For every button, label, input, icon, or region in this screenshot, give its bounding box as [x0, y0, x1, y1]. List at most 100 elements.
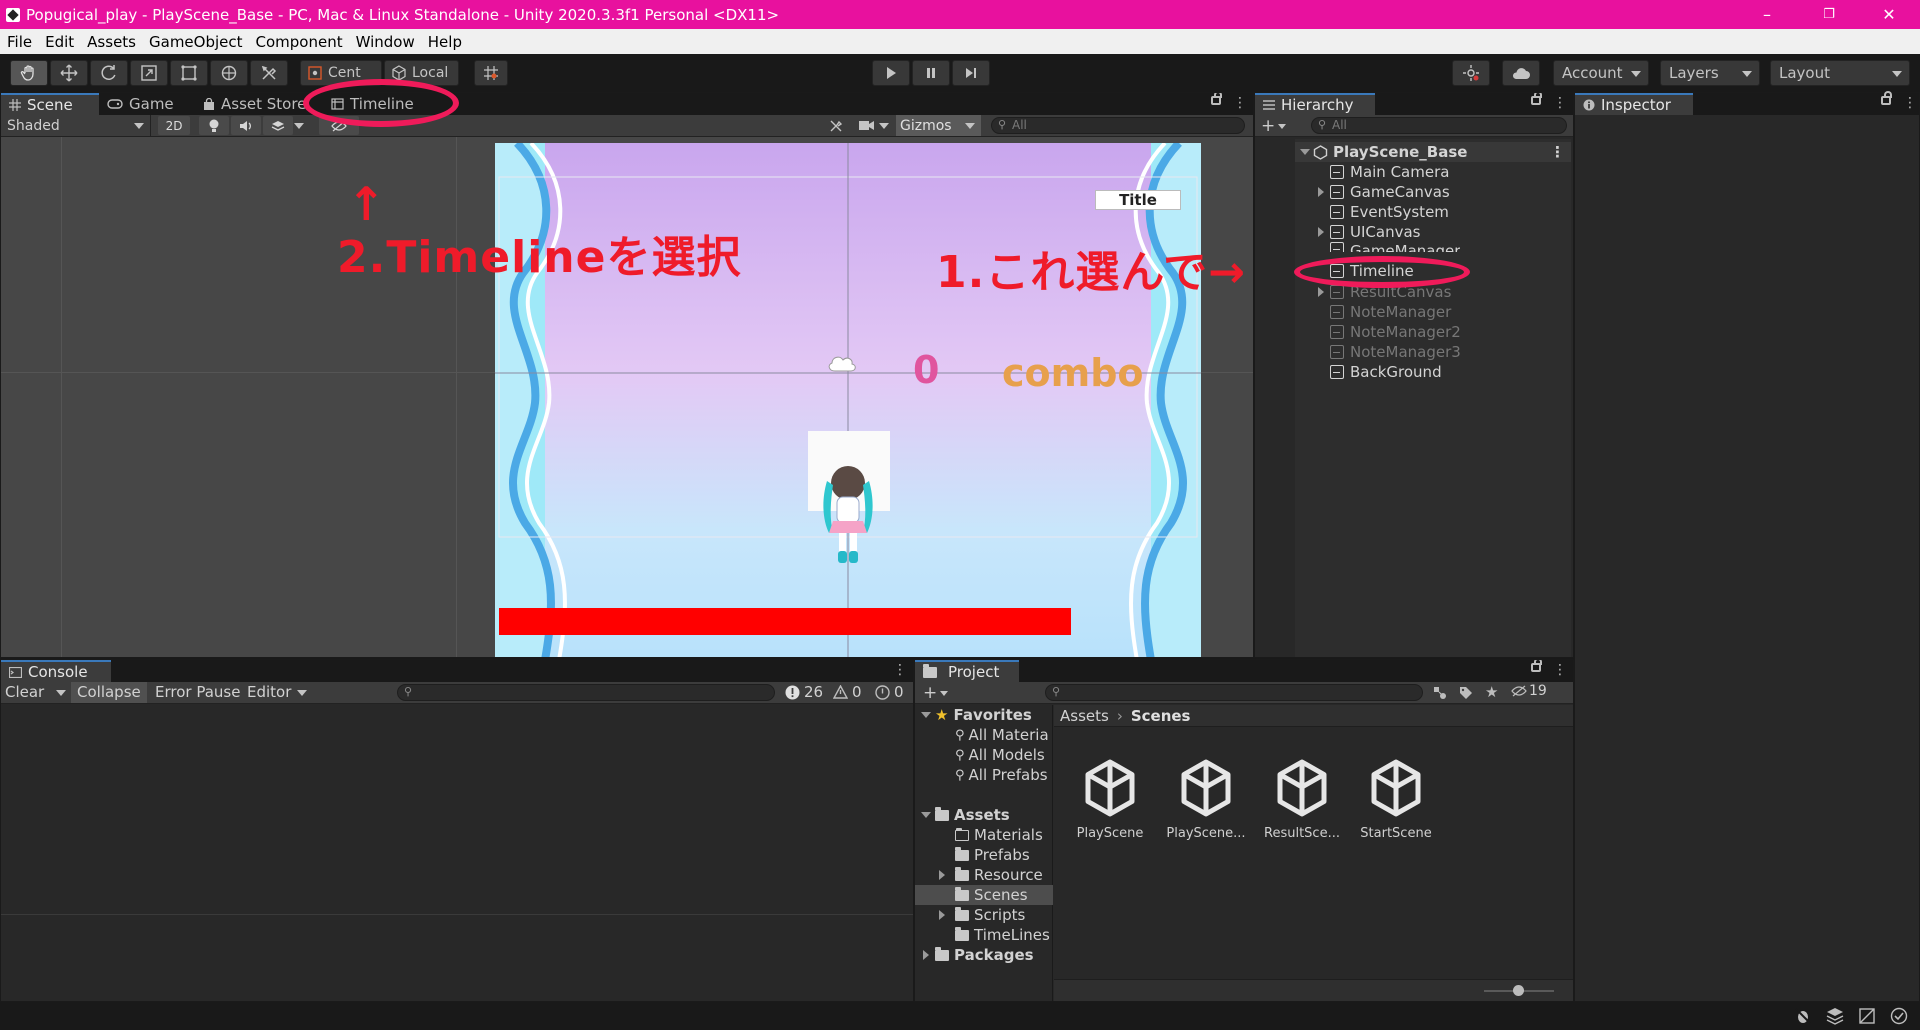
project-search-input[interactable] [1045, 684, 1423, 701]
hierarchy-item[interactable]: EventSystem [1330, 202, 1449, 222]
scene-search-input[interactable]: All [991, 117, 1245, 134]
project-create-caret-icon[interactable] [940, 691, 948, 696]
scene-asset[interactable]: PlayScene... [1166, 756, 1246, 841]
layers-dropdown[interactable]: Layers [1660, 60, 1760, 86]
tab-hierarchy[interactable]: Hierarchy [1255, 93, 1375, 115]
menu-file[interactable]: File [0, 33, 38, 51]
tab-console[interactable]: Console [1, 660, 111, 682]
tab-inspector[interactable]: Inspector [1575, 93, 1693, 115]
scene-root-kebab[interactable]: ⋮ [1550, 143, 1565, 161]
draw-mode-dropdown[interactable]: Shaded [1, 115, 151, 136]
play-button[interactable] [872, 60, 910, 86]
step-button[interactable] [952, 60, 990, 86]
lighting-toggle[interactable] [199, 116, 229, 135]
folder-item[interactable]: Resource [955, 865, 1043, 885]
project-lock-icon[interactable] [1531, 660, 1542, 672]
folder-item[interactable]: TimeLines [955, 925, 1050, 945]
folder-item[interactable]: Scripts [955, 905, 1025, 925]
close-button[interactable]: ✕ [1866, 0, 1912, 29]
inspector-menu-kebab[interactable]: ⋮ [1903, 95, 1917, 111]
project-create-button[interactable]: + [923, 683, 937, 703]
rotate-tool-button[interactable] [90, 60, 128, 86]
effects-toggle[interactable] [263, 116, 293, 135]
layout-dropdown[interactable]: Layout [1770, 60, 1910, 86]
hierarchy-item[interactable]: GameManager [1330, 242, 1460, 252]
grid-snap-button[interactable] [474, 60, 508, 86]
hand-tool-button[interactable] [10, 60, 48, 86]
expand-arrow-icon[interactable] [1318, 187, 1324, 197]
hierarchy-search-input[interactable]: All [1311, 117, 1567, 134]
breadcrumb-assets[interactable]: Assets [1060, 707, 1109, 725]
menu-component[interactable]: Component [249, 33, 349, 51]
favorite-item[interactable]: ⚲ All Materia [955, 725, 1049, 745]
maximize-button[interactable]: ❐ [1806, 0, 1852, 29]
hidden-packages-toggle[interactable]: 19 [1511, 683, 1547, 699]
folder-item[interactable]: Materials [955, 825, 1043, 845]
editor-target-dropdown[interactable]: Editor [247, 683, 309, 701]
collapse-arrow-icon[interactable] [921, 812, 931, 818]
account-dropdown[interactable]: Account [1553, 60, 1649, 86]
info-count-toggle[interactable]: 0 [875, 683, 904, 701]
rect-tool-button[interactable] [170, 60, 208, 86]
folder-item[interactable]: Prefabs [955, 845, 1030, 865]
expand-arrow-icon[interactable] [923, 950, 929, 960]
warning-count-toggle[interactable]: 0 [833, 683, 862, 701]
effects-caret-icon[interactable] [294, 123, 304, 129]
expand-arrow-icon[interactable] [1318, 287, 1324, 297]
collapse-toggle[interactable]: Collapse [71, 682, 147, 703]
hierarchy-item[interactable]: NoteManager2 [1330, 322, 1461, 342]
scene-root-row[interactable]: PlayScene_Base ⋮ [1295, 142, 1571, 162]
console-menu-kebab[interactable]: ⋮ [893, 662, 907, 678]
clear-options-caret-icon[interactable] [56, 690, 66, 696]
hierarchy-item[interactable]: GameCanvas [1330, 182, 1450, 202]
favorite-item[interactable]: ⚲ All Prefabs [955, 765, 1048, 785]
inspector-lock-icon[interactable] [1881, 91, 1892, 105]
checkmark-circle-icon[interactable] [1890, 1007, 1908, 1025]
packages-node[interactable]: Packages [935, 945, 1034, 965]
breadcrumb-scenes[interactable]: Scenes [1131, 707, 1191, 725]
menu-gameobject[interactable]: GameObject [142, 33, 249, 51]
cloud-button[interactable] [1502, 60, 1540, 86]
hierarchy-lock-icon[interactable] [1531, 93, 1542, 105]
gizmos-dropdown[interactable]: Gizmos [896, 115, 981, 136]
camera-dropdown[interactable] [853, 116, 893, 135]
hierarchy-item[interactable]: NoteManager3 [1330, 342, 1461, 362]
expand-arrow-icon[interactable] [1300, 149, 1310, 155]
collapse-arrow-icon[interactable] [921, 712, 931, 718]
tab-scene[interactable]: Scene [1, 93, 99, 115]
hierarchy-item[interactable]: NoteManager [1330, 302, 1451, 322]
move-tool-button[interactable] [50, 60, 88, 86]
toggle-2d-button[interactable]: 2D [158, 116, 190, 135]
scene-asset[interactable]: ResultSce... [1262, 756, 1342, 841]
search-by-type-icon[interactable] [1433, 686, 1447, 700]
menu-assets[interactable]: Assets [80, 33, 142, 51]
menu-edit[interactable]: Edit [38, 33, 80, 51]
hierarchy-item[interactable]: UICanvas [1330, 222, 1420, 242]
tab-game[interactable]: Game [99, 93, 195, 115]
minimize-button[interactable]: – [1744, 0, 1790, 29]
auto-generate-lighting-icon[interactable] [1858, 1007, 1876, 1025]
custom-tool-button[interactable] [250, 60, 288, 86]
scene-asset[interactable]: PlayScene [1070, 756, 1150, 841]
title-button[interactable]: Title [1095, 190, 1181, 210]
assets-node[interactable]: Assets [935, 805, 1010, 825]
expand-arrow-icon[interactable] [939, 870, 945, 880]
layers-stack-icon[interactable] [1826, 1007, 1844, 1025]
bug-icon[interactable] [1794, 1007, 1812, 1025]
scene-asset[interactable]: StartScene [1356, 756, 1436, 841]
menu-help[interactable]: Help [421, 33, 468, 51]
menu-window[interactable]: Window [349, 33, 421, 51]
error-count-toggle[interactable]: 26 [785, 683, 823, 701]
transform-tool-button[interactable] [210, 60, 248, 86]
hierarchy-add-button[interactable]: + [1261, 116, 1275, 136]
audio-toggle[interactable] [231, 116, 261, 135]
console-search-input[interactable] [397, 684, 775, 701]
scene-tools-button[interactable] [823, 116, 849, 135]
hierarchy-item[interactable]: BackGround [1330, 362, 1442, 382]
project-menu-kebab[interactable]: ⋮ [1553, 662, 1567, 678]
expand-arrow-icon[interactable] [939, 910, 945, 920]
expand-arrow-icon[interactable] [1318, 227, 1324, 237]
favorites-node[interactable]: ★ Favorites [935, 705, 1032, 725]
collab-button[interactable] [1452, 60, 1490, 86]
favorite-item[interactable]: ⚲ All Models [955, 745, 1045, 765]
